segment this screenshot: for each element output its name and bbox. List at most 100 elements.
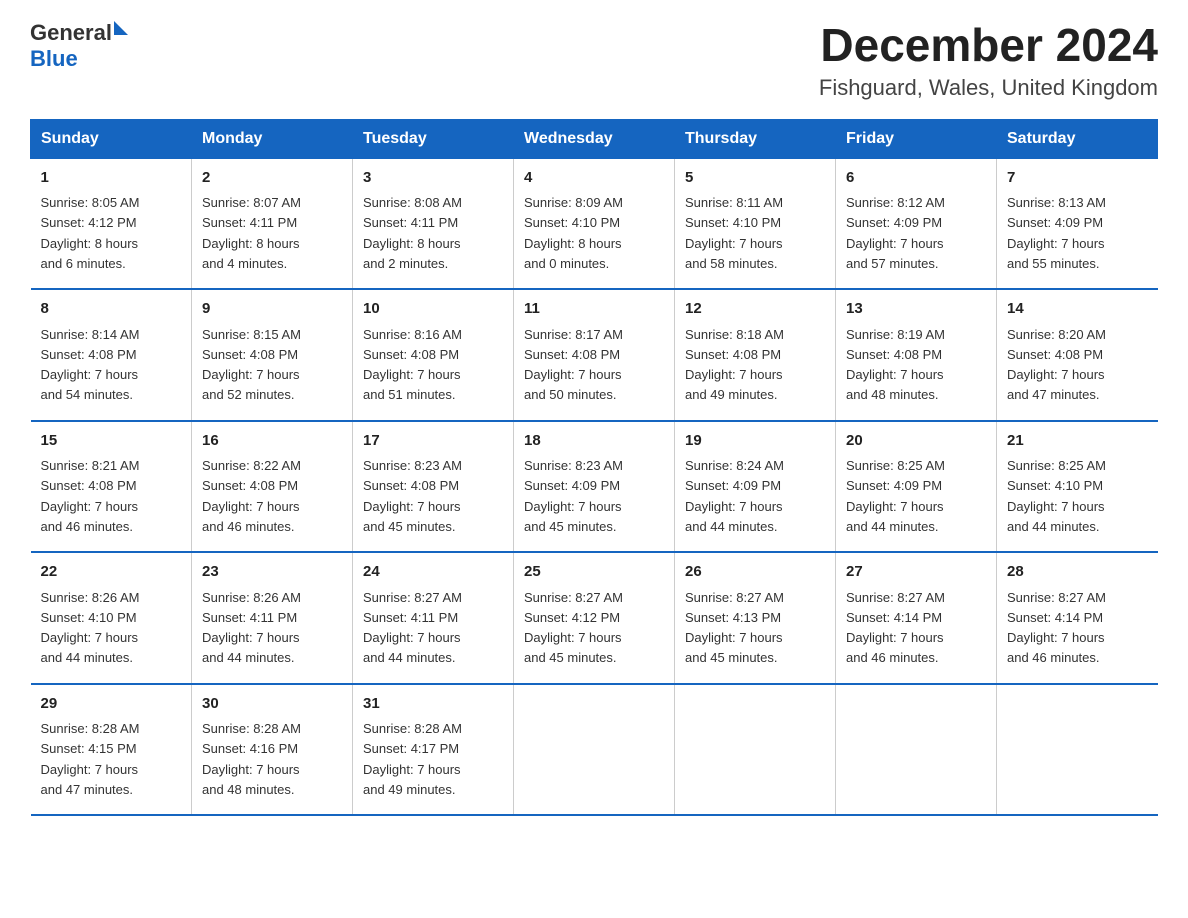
calendar-cell: 10Sunrise: 8:16 AM Sunset: 4:08 PM Dayli…	[353, 289, 514, 421]
day-info: Sunrise: 8:16 AM Sunset: 4:08 PM Dayligh…	[363, 327, 462, 403]
day-number: 26	[685, 561, 825, 584]
logo-triangle-icon	[114, 21, 128, 35]
logo: General Blue	[30, 20, 128, 72]
day-info: Sunrise: 8:15 AM Sunset: 4:08 PM Dayligh…	[202, 327, 301, 403]
day-info: Sunrise: 8:23 AM Sunset: 4:08 PM Dayligh…	[363, 458, 462, 534]
calendar-cell: 2 Sunrise: 8:07 AM Sunset: 4:11 PM Daylig…	[192, 158, 353, 289]
day-info: Sunrise: 8:28 AM Sunset: 4:16 PM Dayligh…	[202, 721, 301, 797]
day-number: 13	[846, 298, 986, 321]
day-number: 12	[685, 298, 825, 321]
calendar-cell: 22Sunrise: 8:26 AM Sunset: 4:10 PM Dayli…	[31, 552, 192, 684]
calendar-table: SundayMondayTuesdayWednesdayThursdayFrid…	[30, 119, 1158, 817]
day-number: 18	[524, 430, 664, 453]
day-info: Sunrise: 8:24 AM Sunset: 4:09 PM Dayligh…	[685, 458, 784, 534]
day-number: 28	[1007, 561, 1148, 584]
day-info: Sunrise: 8:12 AM Sunset: 4:09 PM Dayligh…	[846, 195, 945, 271]
day-number: 20	[846, 430, 986, 453]
day-number: 22	[41, 561, 182, 584]
column-header-thursday: Thursday	[675, 119, 836, 158]
calendar-cell: 27Sunrise: 8:27 AM Sunset: 4:14 PM Dayli…	[836, 552, 997, 684]
column-header-saturday: Saturday	[997, 119, 1158, 158]
calendar-cell: 8Sunrise: 8:14 AM Sunset: 4:08 PM Daylig…	[31, 289, 192, 421]
day-info: Sunrise: 8:22 AM Sunset: 4:08 PM Dayligh…	[202, 458, 301, 534]
day-number: 19	[685, 430, 825, 453]
title-block: December 2024 Fishguard, Wales, United K…	[819, 20, 1158, 101]
calendar-cell: 18 Sunrise: 8:23 AM Sunset: 4:09 PM Dayli…	[514, 421, 675, 553]
calendar-cell: 25 Sunrise: 8:27 AM Sunset: 4:12 PM Dayli…	[514, 552, 675, 684]
calendar-cell: 14Sunrise: 8:20 AM Sunset: 4:08 PM Dayli…	[997, 289, 1158, 421]
day-info: Sunrise: 8:07 AM Sunset: 4:11 PM Dayligh…	[202, 195, 301, 271]
calendar-week-row: 29 Sunrise: 8:28 AM Sunset: 4:15 PM Dayli…	[31, 684, 1158, 816]
day-number: 23	[202, 561, 342, 584]
day-info: Sunrise: 8:27 AM Sunset: 4:13 PM Dayligh…	[685, 590, 784, 666]
calendar-cell: 11 Sunrise: 8:17 AM Sunset: 4:08 PM Dayli…	[514, 289, 675, 421]
day-info: Sunrise: 8:28 AM Sunset: 4:17 PM Dayligh…	[363, 721, 462, 797]
calendar-cell	[997, 684, 1158, 816]
day-number: 29	[41, 693, 182, 716]
day-info: Sunrise: 8:25 AM Sunset: 4:09 PM Dayligh…	[846, 458, 945, 534]
day-info: Sunrise: 8:27 AM Sunset: 4:11 PM Dayligh…	[363, 590, 462, 666]
day-number: 11	[524, 298, 664, 321]
day-info: Sunrise: 8:23 AM Sunset: 4:09 PM Dayligh…	[524, 458, 623, 534]
day-info: Sunrise: 8:21 AM Sunset: 4:08 PM Dayligh…	[41, 458, 140, 534]
calendar-header-row: SundayMondayTuesdayWednesdayThursdayFrid…	[31, 119, 1158, 158]
column-header-monday: Monday	[192, 119, 353, 158]
day-number: 31	[363, 693, 503, 716]
logo-blue: Blue	[30, 46, 128, 72]
day-info: Sunrise: 8:26 AM Sunset: 4:11 PM Dayligh…	[202, 590, 301, 666]
calendar-cell: 7Sunrise: 8:13 AM Sunset: 4:09 PM Daylig…	[997, 158, 1158, 289]
day-info: Sunrise: 8:25 AM Sunset: 4:10 PM Dayligh…	[1007, 458, 1106, 534]
day-info: Sunrise: 8:19 AM Sunset: 4:08 PM Dayligh…	[846, 327, 945, 403]
calendar-cell: 21 Sunrise: 8:25 AM Sunset: 4:10 PM Dayli…	[997, 421, 1158, 553]
calendar-cell: 15 Sunrise: 8:21 AM Sunset: 4:08 PM Dayli…	[31, 421, 192, 553]
calendar-cell: 16Sunrise: 8:22 AM Sunset: 4:08 PM Dayli…	[192, 421, 353, 553]
calendar-week-row: 15 Sunrise: 8:21 AM Sunset: 4:08 PM Dayli…	[31, 421, 1158, 553]
calendar-week-row: 22Sunrise: 8:26 AM Sunset: 4:10 PM Dayli…	[31, 552, 1158, 684]
day-number: 30	[202, 693, 342, 716]
calendar-cell: 20 Sunrise: 8:25 AM Sunset: 4:09 PM Dayli…	[836, 421, 997, 553]
calendar-cell: 6Sunrise: 8:12 AM Sunset: 4:09 PM Daylig…	[836, 158, 997, 289]
day-number: 7	[1007, 167, 1148, 190]
location-title: Fishguard, Wales, United Kingdom	[819, 75, 1158, 101]
column-header-friday: Friday	[836, 119, 997, 158]
day-info: Sunrise: 8:17 AM Sunset: 4:08 PM Dayligh…	[524, 327, 623, 403]
day-info: Sunrise: 8:27 AM Sunset: 4:14 PM Dayligh…	[1007, 590, 1106, 666]
month-title: December 2024	[819, 20, 1158, 71]
calendar-cell: 1 Sunrise: 8:05 AM Sunset: 4:12 PM Daylig…	[31, 158, 192, 289]
day-number: 8	[41, 298, 182, 321]
day-info: Sunrise: 8:20 AM Sunset: 4:08 PM Dayligh…	[1007, 327, 1106, 403]
day-number: 15	[41, 430, 182, 453]
calendar-cell: 9 Sunrise: 8:15 AM Sunset: 4:08 PM Daylig…	[192, 289, 353, 421]
calendar-cell: 30 Sunrise: 8:28 AM Sunset: 4:16 PM Dayli…	[192, 684, 353, 816]
day-info: Sunrise: 8:08 AM Sunset: 4:11 PM Dayligh…	[363, 195, 462, 271]
day-number: 25	[524, 561, 664, 584]
day-number: 17	[363, 430, 503, 453]
day-number: 2	[202, 167, 342, 190]
day-info: Sunrise: 8:27 AM Sunset: 4:12 PM Dayligh…	[524, 590, 623, 666]
day-number: 1	[41, 167, 182, 190]
calendar-cell: 17 Sunrise: 8:23 AM Sunset: 4:08 PM Dayli…	[353, 421, 514, 553]
column-header-sunday: Sunday	[31, 119, 192, 158]
calendar-cell	[675, 684, 836, 816]
calendar-cell: 31 Sunrise: 8:28 AM Sunset: 4:17 PM Dayli…	[353, 684, 514, 816]
calendar-cell: 28 Sunrise: 8:27 AM Sunset: 4:14 PM Dayli…	[997, 552, 1158, 684]
calendar-cell: 5Sunrise: 8:11 AM Sunset: 4:10 PM Daylig…	[675, 158, 836, 289]
calendar-cell: 19 Sunrise: 8:24 AM Sunset: 4:09 PM Dayli…	[675, 421, 836, 553]
calendar-cell: 24 Sunrise: 8:27 AM Sunset: 4:11 PM Dayli…	[353, 552, 514, 684]
calendar-cell	[514, 684, 675, 816]
calendar-cell: 26 Sunrise: 8:27 AM Sunset: 4:13 PM Dayli…	[675, 552, 836, 684]
day-number: 24	[363, 561, 503, 584]
day-info: Sunrise: 8:18 AM Sunset: 4:08 PM Dayligh…	[685, 327, 784, 403]
logo-general: General	[30, 20, 112, 46]
day-number: 21	[1007, 430, 1148, 453]
calendar-cell: 23 Sunrise: 8:26 AM Sunset: 4:11 PM Dayli…	[192, 552, 353, 684]
day-info: Sunrise: 8:28 AM Sunset: 4:15 PM Dayligh…	[41, 721, 140, 797]
day-number: 9	[202, 298, 342, 321]
calendar-cell: 29 Sunrise: 8:28 AM Sunset: 4:15 PM Dayli…	[31, 684, 192, 816]
day-number: 27	[846, 561, 986, 584]
calendar-week-row: 1 Sunrise: 8:05 AM Sunset: 4:12 PM Daylig…	[31, 158, 1158, 289]
calendar-week-row: 8Sunrise: 8:14 AM Sunset: 4:08 PM Daylig…	[31, 289, 1158, 421]
page-header: General Blue December 2024 Fishguard, Wa…	[30, 20, 1158, 101]
day-info: Sunrise: 8:05 AM Sunset: 4:12 PM Dayligh…	[41, 195, 140, 271]
column-header-tuesday: Tuesday	[353, 119, 514, 158]
